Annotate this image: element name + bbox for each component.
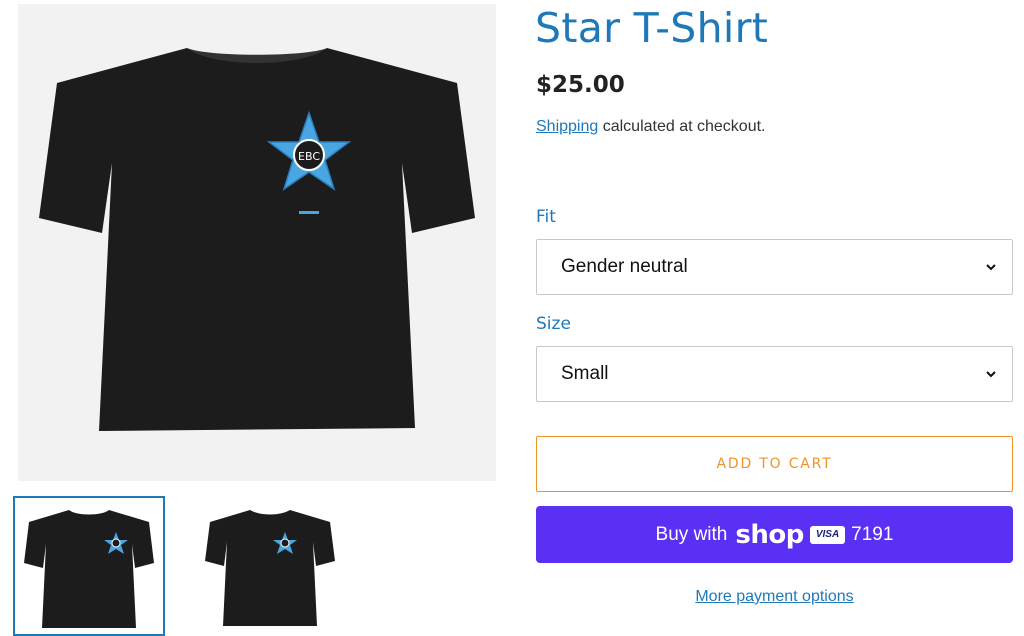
size-select[interactable]: Small [536,346,1013,402]
buy-with-text: Buy with [655,523,728,545]
add-to-cart-button[interactable]: ADD TO CART [536,436,1013,492]
size-select-value: Small [561,363,609,384]
chevron-down-icon [986,371,996,378]
chevron-down-icon [986,264,996,271]
shipping-text: calculated at checkout. [598,118,766,135]
card-last4: 7191 [851,523,894,545]
tshirt-thumbnail-back [205,510,335,626]
fit-select-value: Gender neutral [561,256,688,277]
fit-label: Fit [536,207,556,227]
buy-with-shop-pay-button[interactable]: Buy with shop VISA 7191 [536,506,1013,563]
thumbnail-front[interactable] [13,496,165,636]
shipping-note: Shipping calculated at checkout. [536,118,766,136]
product-title: Star T-Shirt [535,4,769,52]
tshirt-front-image: EBC [39,47,475,431]
shop-logo: shop [735,519,804,550]
shipping-link[interactable]: Shipping [536,118,598,135]
product-price: $25.00 [536,72,625,98]
size-label: Size [536,314,571,334]
visa-card-badge: VISA [809,525,846,544]
more-payment-options-link[interactable]: More payment options [536,588,1013,606]
fit-select[interactable]: Gender neutral [536,239,1013,295]
tshirt-thumbnail-front [24,510,154,628]
svg-text:EBC: EBC [298,150,320,163]
product-main-image[interactable]: EBC [18,4,496,481]
thumbnail-back[interactable] [194,496,346,636]
